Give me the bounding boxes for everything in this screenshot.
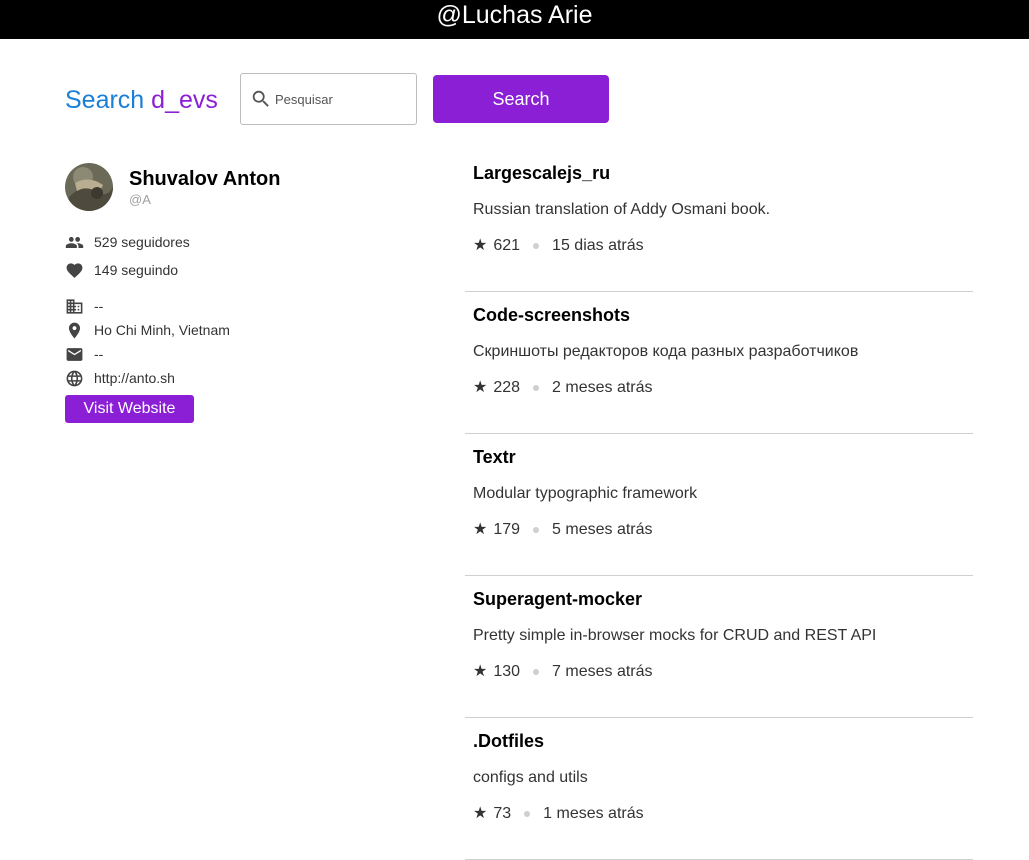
repo-description: Скриншоты редакторов кода разных разрабо…: [473, 343, 859, 360]
repo-stars: 621: [493, 237, 521, 254]
star-icon: ★: [473, 663, 488, 680]
location-pin-icon: [68, 322, 81, 338]
repo-meta: ★ 73 1 meses atrás: [473, 804, 644, 824]
building-icon: [66, 298, 83, 314]
brand-logo: Search d_evs: [65, 85, 218, 115]
visit-website-button[interactable]: Visit Website: [65, 395, 194, 423]
repo-updated: 2 meses atrás: [552, 379, 653, 396]
search-button[interactable]: Search: [433, 75, 609, 123]
dot-separator-icon: [533, 527, 540, 533]
star-icon: ★: [473, 805, 488, 822]
search-icon: [252, 90, 269, 107]
page-title: @Luchas Arie: [436, 1, 593, 29]
dot-separator-icon: [533, 385, 540, 391]
company-value: --: [94, 298, 104, 314]
dot-separator-icon: [533, 669, 540, 675]
following-count: 149 seguindo: [94, 262, 179, 278]
repo-updated: 1 meses atrás: [543, 805, 644, 822]
globe-icon: [66, 370, 83, 386]
repo-name[interactable]: Textr: [473, 446, 516, 468]
repo-name[interactable]: .Dotfiles: [473, 730, 544, 752]
dot-separator-icon: [533, 243, 540, 249]
repo-stars: 228: [493, 379, 521, 396]
mail-icon: [66, 347, 83, 361]
repo-stars: 179: [493, 521, 521, 538]
repo-updated: 5 meses atrás: [552, 521, 653, 538]
repo-stars: 130: [493, 663, 521, 680]
repo-item[interactable]: Textr Modular typographic framework ★ 17…: [465, 434, 973, 576]
avatar: [65, 163, 113, 211]
star-icon: ★: [473, 521, 488, 538]
repo-item[interactable]: Code-screenshots Скриншоты редакторов ко…: [465, 292, 973, 434]
repo-stars: 73: [493, 805, 512, 822]
heart-icon: [66, 262, 83, 278]
email-row: --: [65, 344, 103, 364]
website-row[interactable]: http://anto.sh: [65, 368, 175, 388]
followers-row: 529 seguidores: [65, 232, 190, 252]
repo-list: Largescalejs_ru Russian translation of A…: [465, 150, 973, 860]
brand-accent: d_evs: [151, 86, 218, 114]
repo-item[interactable]: .Dotfiles configs and utils ★ 73 1 meses…: [465, 718, 973, 860]
top-bar: @Luchas Arie: [0, 0, 1029, 39]
repo-description: configs and utils: [473, 769, 588, 786]
email-value: --: [94, 346, 104, 362]
repo-description: Modular typographic framework: [473, 485, 698, 502]
website-link[interactable]: http://anto.sh: [94, 370, 175, 386]
star-icon: ★: [473, 237, 488, 254]
repo-name[interactable]: Superagent-mocker: [473, 588, 642, 610]
repo-updated: 7 meses atrás: [552, 663, 653, 680]
location-row: Ho Chi Minh, Vietnam: [65, 320, 230, 340]
profile-name: Shuvalov Anton: [129, 168, 281, 190]
repo-meta: ★ 228 2 meses atrás: [473, 378, 653, 398]
following-row: 149 seguindo: [65, 260, 178, 280]
repo-description: Russian translation of Addy Osmani book.: [473, 201, 771, 218]
repo-meta: ★ 130 7 meses atrás: [473, 662, 653, 682]
repo-meta: ★ 621 15 dias atrás: [473, 236, 644, 256]
people-icon: [65, 236, 84, 248]
repo-updated: 15 dias atrás: [552, 237, 644, 254]
company-row: --: [65, 296, 103, 316]
profile-login: @A: [129, 192, 151, 207]
search-input[interactable]: [275, 91, 405, 107]
location-value: Ho Chi Minh, Vietnam: [94, 322, 230, 338]
star-icon: ★: [473, 379, 488, 396]
repo-name[interactable]: Largescalejs_ru: [473, 162, 610, 184]
repo-name[interactable]: Code-screenshots: [473, 304, 630, 326]
brand-prefix: Search: [65, 86, 152, 114]
search-box[interactable]: [240, 73, 417, 125]
followers-count: 529 seguidores: [94, 234, 190, 250]
dot-separator-icon: [524, 811, 531, 817]
repo-item[interactable]: Superagent-mocker Pretty simple in-brows…: [465, 576, 973, 718]
repo-item[interactable]: Largescalejs_ru Russian translation of A…: [465, 150, 973, 292]
repo-description: Pretty simple in-browser mocks for CRUD …: [473, 627, 877, 644]
repo-meta: ★ 179 5 meses atrás: [473, 520, 653, 540]
